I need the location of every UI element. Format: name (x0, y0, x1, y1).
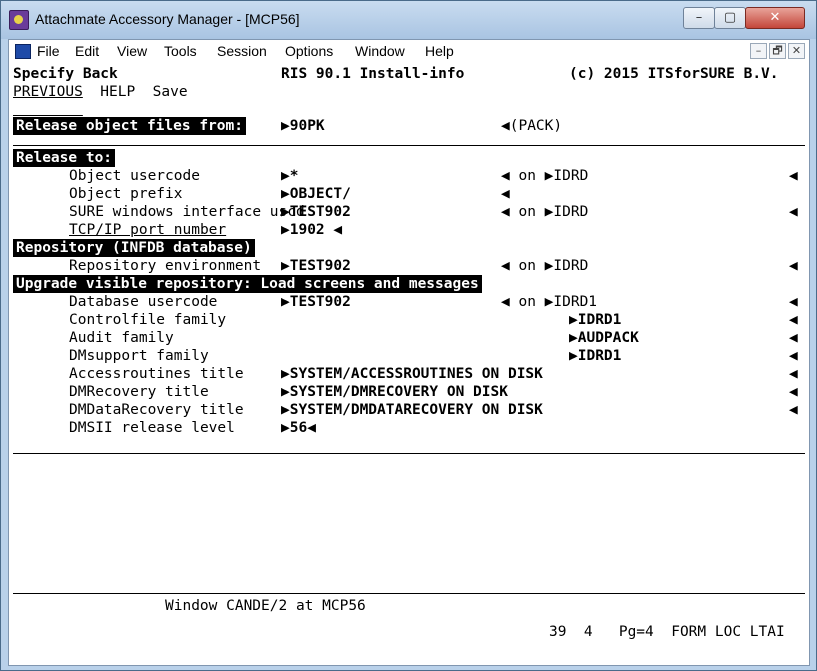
menu-file[interactable]: File (37, 43, 60, 59)
release-to-row: Object usercode ▶* ◀ on ▶IDRD ◀ (13, 167, 805, 185)
release-to-row: TCP/IP port number ▶1902 ◀ (13, 221, 805, 239)
session-icon[interactable] (15, 44, 31, 59)
field-label: Repository environment (69, 258, 262, 274)
field-label: Object usercode (69, 168, 200, 184)
field-label: Accessroutines title (69, 366, 244, 382)
object-usercode-field[interactable]: ▶* (281, 167, 298, 185)
field-label: SURE windows interface uscd (69, 204, 305, 220)
dmdatarecovery-title-field[interactable]: ▶SYSTEM/DMDATARECOVERY ON DISK (281, 401, 543, 419)
field-end-marker: ◀ (789, 294, 798, 310)
release-from-field[interactable]: ▶90PK (281, 117, 325, 135)
release-from-label: Release object files from: (13, 117, 246, 135)
mdi-minimize-button[interactable]: – (750, 43, 767, 59)
upgrade-row: DMRecovery title ▶SYSTEM/DMRECOVERY ON D… (13, 383, 805, 401)
menu-tools[interactable]: Tools (164, 43, 197, 59)
field-label: Object prefix (69, 186, 183, 202)
release-to-row: SURE windows interface uscd ▶TEST902 ◀ o… (13, 203, 805, 221)
release-from-pack: ◀(PACK) (501, 118, 563, 134)
divider-3 (13, 593, 805, 594)
field-label: DMDataRecovery title (69, 402, 244, 418)
field-label: DMSII release level (69, 420, 235, 436)
dmsupport-family-field[interactable]: ▶IDRD1 (569, 347, 621, 365)
field-end-marker: ◀ (501, 186, 510, 202)
upgrade-heading: Upgrade visible repository: Load screens… (13, 275, 482, 293)
app-window: Attachmate Accessory Manager - [MCP56] –… (0, 0, 817, 671)
menu-options[interactable]: Options (285, 43, 333, 59)
upgrade-row: Audit family ▶AUDPACK ◀ (13, 329, 805, 347)
menu-view[interactable]: View (117, 43, 147, 59)
repository-heading: Repository (INFDB database) (13, 239, 255, 257)
upgrade-row: DMSII release level ▶56◀ (13, 419, 805, 437)
field-end-marker: ◀ (789, 204, 798, 220)
field-end-marker: ◀ (789, 348, 798, 364)
dmsii-release-level-field[interactable]: ▶56◀ (281, 419, 316, 437)
header-center: RIS 90.1 Install-info (281, 66, 465, 82)
field-end-marker: ◀ (789, 366, 798, 382)
upgrade-row: Database usercode ▶TEST902 ◀ on ▶IDRD1 ◀ (13, 293, 805, 311)
repository-row: Repository environment ▶TEST902 ◀ on ▶ID… (13, 257, 805, 275)
field-label: Audit family (69, 330, 174, 346)
family-field[interactable]: ◀ on ▶IDRD (501, 257, 588, 275)
family-field[interactable]: ◀ on ▶IDRD (501, 167, 588, 185)
title-bar[interactable]: Attachmate Accessory Manager - [MCP56] –… (1, 1, 816, 39)
object-prefix-field[interactable]: ▶OBJECT/ (281, 185, 351, 203)
app-icon (9, 10, 29, 30)
window-title: Attachmate Accessory Manager - [MCP56] (35, 11, 300, 27)
header-right: (c) 2015 ITSforSURE B.V. (569, 66, 779, 82)
screen-header: Specify Back RIS 90.1 Install-info (c) 2… (13, 65, 805, 83)
field-end-marker: ◀ (789, 168, 798, 184)
divider-1 (13, 145, 805, 146)
menu-edit[interactable]: Edit (75, 43, 99, 59)
upgrade-row: DMsupport family ▶IDRD1 ◀ (13, 347, 805, 365)
upgrade-heading-row: Upgrade visible repository: Load screens… (13, 275, 482, 293)
field-label: DMRecovery title (69, 384, 209, 400)
close-button[interactable]: ✕ (745, 7, 805, 29)
divider-2 (13, 453, 805, 454)
menu-help[interactable]: Help (425, 43, 454, 59)
menu-window[interactable]: Window (355, 43, 405, 59)
field-end-marker: ◀ (789, 330, 798, 346)
mdi-close-button[interactable]: ✕ (788, 43, 805, 59)
action-line[interactable]: PREVIOUS HELP Save (13, 83, 188, 101)
mdi-controls: – 🗗 ✕ (748, 43, 805, 59)
menu-bar: File Edit View Tools Session Options Win… (9, 40, 809, 62)
controlfile-family-field[interactable]: ▶IDRD1 (569, 311, 621, 329)
family-field[interactable]: ◀ on ▶IDRD1 (501, 293, 597, 311)
audit-family-field[interactable]: ▶AUDPACK (569, 329, 639, 347)
family-field[interactable]: ◀ on ▶IDRD (501, 203, 588, 221)
field-end-marker: ◀ (789, 258, 798, 274)
release-to-row: Object prefix ▶OBJECT/ ◀ (13, 185, 805, 203)
upgrade-row: DMDataRecovery title ▶SYSTEM/DMDATARECOV… (13, 401, 805, 419)
repository-environment-field[interactable]: ▶TEST902 (281, 257, 351, 275)
database-usercode-field[interactable]: ▶TEST902 (281, 293, 351, 311)
release-to-heading: Release to: (13, 149, 116, 167)
field-label: TCP/IP port number (69, 222, 227, 238)
release-to-heading-row: Release to: (13, 149, 116, 167)
header-left: Specify Back (13, 66, 118, 82)
window-status-line: Window CANDE/2 at MCP56 (165, 598, 366, 614)
upgrade-row: Accessroutines title ▶SYSTEM/ACCESSROUTI… (13, 365, 805, 383)
field-end-marker: ◀ (789, 402, 798, 418)
dmrecovery-title-field[interactable]: ▶SYSTEM/DMRECOVERY ON DISK (281, 383, 508, 401)
menu-session[interactable]: Session (217, 43, 267, 59)
field-end-marker: ◀ (789, 384, 798, 400)
release-from-row: Release object files from: ▶90PK ◀(PACK) (13, 117, 805, 135)
field-end-marker: ◀ (789, 312, 798, 328)
minimize-button[interactable]: – (683, 7, 715, 29)
repository-heading-row: Repository (INFDB database) (13, 239, 255, 257)
terminal-screen[interactable]: Specify Back RIS 90.1 Install-info (c) 2… (9, 63, 809, 665)
field-label: Database usercode (69, 294, 218, 310)
accessroutines-title-field[interactable]: ▶SYSTEM/ACCESSROUTINES ON DISK (281, 365, 543, 383)
upgrade-row: Controlfile family ▶IDRD1 ◀ (13, 311, 805, 329)
field-label: Controlfile family (69, 312, 227, 328)
maximize-button[interactable]: ▢ (714, 7, 746, 29)
tcp-port-field[interactable]: ▶1902 ◀ (281, 221, 342, 239)
document-frame: File Edit View Tools Session Options Win… (8, 39, 810, 666)
sure-windows-uscd-field[interactable]: ▶TEST902 (281, 203, 351, 221)
status-indicators: 39 4 Pg=4 FORM LOC LTAI (549, 624, 785, 640)
mdi-restore-button[interactable]: 🗗 (769, 43, 786, 59)
field-label: DMsupport family (69, 348, 209, 364)
